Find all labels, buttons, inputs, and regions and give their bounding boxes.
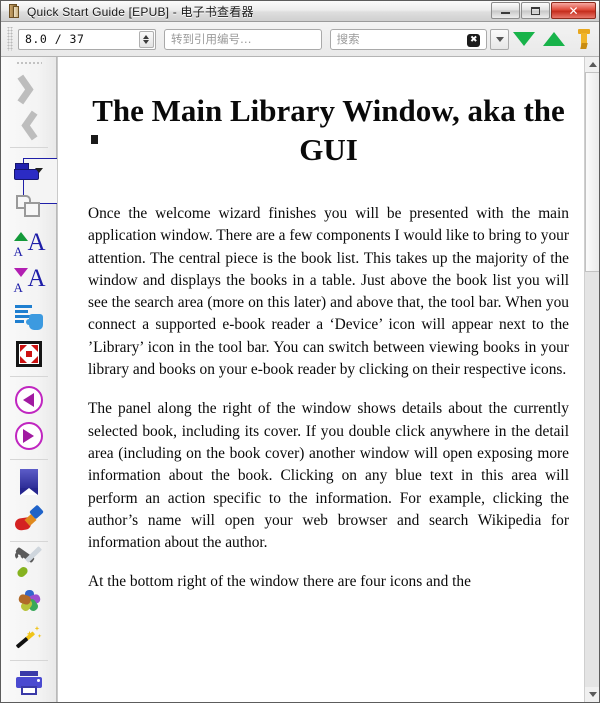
toolbar-separator bbox=[9, 146, 48, 148]
toolbar-separator bbox=[9, 541, 48, 542]
circle-back-icon bbox=[14, 385, 43, 414]
sidebar-item-increase-font-size[interactable]: AA bbox=[6, 225, 52, 262]
paintbrush-icon bbox=[13, 504, 44, 532]
body-area: AA AA The Main Library Window, aka the G… bbox=[1, 57, 599, 702]
book-icon bbox=[7, 3, 21, 19]
toolbar-drag-handle[interactable] bbox=[7, 27, 13, 51]
search-input[interactable]: 搜索 ✖ bbox=[329, 28, 488, 50]
toolbar-separator bbox=[9, 376, 48, 378]
triangle-up-icon bbox=[543, 32, 566, 46]
chevron-left-icon bbox=[16, 74, 39, 105]
sidebar-item-preferences-appearance[interactable] bbox=[6, 500, 52, 537]
sidebar-item-fullscreen[interactable] bbox=[6, 335, 52, 372]
triangle-up-icon bbox=[588, 62, 597, 67]
title-bar: Quick Start Guide [EPUB] - 电子书查看器 ✕ bbox=[1, 1, 599, 22]
spinner-arrows[interactable] bbox=[138, 30, 154, 48]
window-controls: ✕ bbox=[490, 2, 596, 19]
toolbar-separator bbox=[9, 660, 48, 662]
scroll-up-button[interactable] bbox=[585, 57, 599, 72]
color-flower-icon bbox=[16, 588, 42, 614]
sidebar-item-color-scheme[interactable] bbox=[6, 583, 52, 620]
sidebar-item-forward[interactable] bbox=[6, 106, 52, 143]
document-page: The Main Library Window, aka the GUI Onc… bbox=[58, 57, 599, 702]
sidebar-item-decrease-font-size[interactable]: AA bbox=[6, 262, 52, 299]
clear-search-icon[interactable]: ✖ bbox=[467, 33, 481, 47]
sidebar-item-open-book[interactable] bbox=[6, 152, 85, 205]
search-options-dropdown[interactable] bbox=[490, 28, 510, 50]
sidebar-item-tools[interactable] bbox=[6, 546, 52, 583]
goto-reference-placeholder: 转到引用编号… bbox=[170, 32, 252, 46]
chevron-right-icon bbox=[19, 111, 39, 141]
search-placeholder: 搜索 bbox=[336, 32, 360, 46]
page-title: The Main Library Window, aka the GUI bbox=[92, 93, 565, 167]
ebook-viewer-window: Quick Start Guide [EPUB] - 电子书查看器 ✕ 8.0 … bbox=[0, 0, 600, 703]
maximize-button[interactable] bbox=[521, 2, 550, 19]
chevron-down-icon bbox=[495, 36, 504, 42]
text-flow-hand-icon bbox=[14, 304, 43, 331]
top-toolbar: 8.0 / 37 转到引用编号… 搜索 ✖ bbox=[1, 22, 599, 57]
scrollbar-thumb[interactable] bbox=[585, 72, 599, 272]
sidebar-item-previous-page[interactable] bbox=[6, 381, 52, 418]
sidebar-item-print[interactable] bbox=[6, 665, 52, 702]
left-toolbar: AA AA bbox=[1, 57, 85, 702]
toolbar-separator bbox=[9, 458, 48, 460]
spinner-up-icon[interactable] bbox=[143, 34, 150, 39]
scroll-down-button[interactable] bbox=[585, 687, 599, 702]
find-next-button[interactable] bbox=[509, 25, 539, 53]
fullscreen-arrows-icon bbox=[15, 340, 42, 367]
sidebar-item-copy-to-library[interactable] bbox=[6, 188, 52, 225]
triangle-down-icon bbox=[588, 692, 597, 697]
window-title: Quick Start Guide [EPUB] - 电子书查看器 bbox=[27, 4, 254, 19]
close-button[interactable]: ✕ bbox=[551, 2, 596, 19]
page-position-spinner[interactable]: 8.0 / 37 bbox=[18, 28, 156, 50]
close-icon: ✕ bbox=[568, 3, 579, 18]
minimize-button[interactable] bbox=[491, 2, 520, 19]
sidebar-item-back[interactable] bbox=[6, 69, 52, 106]
wrench-screwdriver-icon bbox=[14, 546, 43, 580]
printer-icon bbox=[15, 671, 43, 696]
sidebar-item-bookmarks[interactable] bbox=[6, 464, 52, 501]
font-decrease-icon: AA bbox=[13, 265, 46, 296]
sidebar-item-magic-tool[interactable] bbox=[6, 619, 52, 656]
goto-reference-input[interactable]: 转到引用编号… bbox=[163, 28, 322, 50]
bookmark-icon bbox=[19, 468, 38, 495]
paragraph: Once the welcome wizard finishes you wil… bbox=[88, 205, 569, 379]
sidebar-item-paged-flow-mode[interactable] bbox=[6, 299, 52, 336]
chevron-down-icon bbox=[34, 168, 43, 174]
left-toolbar-drag-handle[interactable] bbox=[15, 60, 42, 66]
paragraph: At the bottom right of the window there … bbox=[88, 573, 471, 591]
bookmark-ribbon-icon bbox=[577, 29, 591, 49]
copy-pages-icon bbox=[15, 194, 42, 219]
page-position-value: 8.0 / 37 bbox=[25, 32, 85, 46]
triangle-down-icon bbox=[513, 32, 536, 46]
magic-wand-icon bbox=[15, 625, 43, 651]
text-cursor-marker bbox=[91, 135, 98, 144]
find-previous-button[interactable] bbox=[539, 25, 569, 53]
spinner-down-icon[interactable] bbox=[143, 39, 150, 44]
document-viewport[interactable]: The Main Library Window, aka the GUI Onc… bbox=[57, 57, 599, 702]
scrollbar-track[interactable] bbox=[585, 72, 599, 687]
toolbar-bookmark-button[interactable] bbox=[569, 25, 599, 53]
open-folder-icon bbox=[13, 158, 85, 205]
paragraph: The panel along the right of the window … bbox=[88, 400, 569, 552]
font-increase-icon: AA bbox=[13, 228, 46, 259]
sidebar-item-next-page[interactable] bbox=[6, 418, 52, 455]
circle-forward-icon bbox=[14, 422, 43, 451]
vertical-scrollbar[interactable] bbox=[584, 57, 599, 702]
